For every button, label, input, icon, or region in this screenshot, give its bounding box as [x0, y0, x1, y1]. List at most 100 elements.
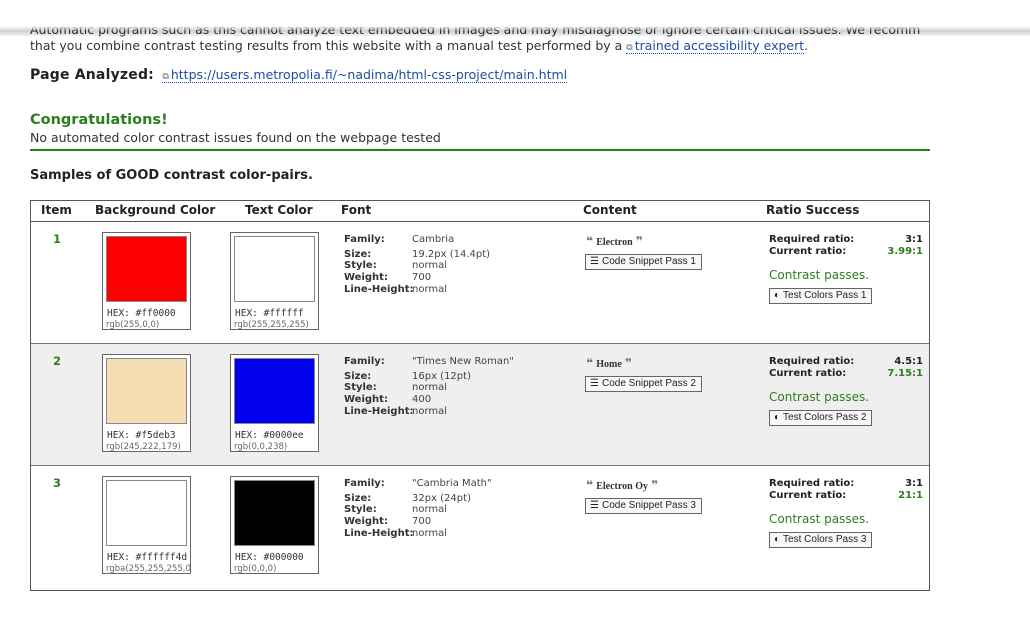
font-family-label: Family:: [344, 478, 385, 489]
font-style-label: Style:: [344, 382, 377, 393]
font-family-label: Family:: [344, 356, 385, 367]
test-colors-button[interactable]: ◐ Test Colors Pass 1: [769, 288, 873, 304]
content-text: Electron Oy: [596, 481, 648, 492]
font-style-label: Style:: [344, 260, 377, 271]
text-color-sample: HEX: #0000ee rgb(0,0,238): [230, 354, 319, 452]
code-snippet-icon: ☰: [590, 500, 599, 511]
background-swatch: [106, 236, 187, 302]
text-color-sample: HEX: #ffffff rgb(255,255,255): [230, 232, 319, 330]
font-family-value: Cambria: [412, 234, 455, 245]
item-number: 3: [53, 476, 62, 490]
content-text: Electron: [596, 237, 633, 248]
table-header: Item Background Color Text Color Font Co…: [31, 201, 929, 222]
font-weight-label: Weight:: [344, 272, 388, 283]
test-colors-button-label: Test Colors Pass 2: [783, 412, 867, 423]
content-text: Home: [596, 359, 622, 370]
congratulations-subtitle: No automated color contrast issues found…: [30, 130, 441, 145]
code-snippet-button-label: Code Snippet Pass 2: [601, 378, 696, 389]
required-ratio-label: Required ratio:: [769, 478, 855, 489]
intro-line-2-suffix: .: [804, 38, 809, 53]
background-color-sample: HEX: #ff0000 rgb(255,0,0): [102, 232, 191, 330]
text-rgb: rgb(255,255,255): [234, 320, 309, 330]
code-snippet-button[interactable]: ☰ Code Snippet Pass 2: [585, 376, 702, 392]
content-sample: ❝ Electron Oy ❞: [586, 478, 658, 492]
trained-expert-link[interactable]: ⧉ trained accessibility expert: [626, 38, 805, 54]
line-height-label: Line-Height:: [344, 284, 414, 295]
contrast-icon: ◐: [774, 290, 781, 301]
item-number: 1: [53, 232, 62, 246]
text-rgb: rgb(0,0,0): [234, 564, 277, 574]
line-height-label: Line-Height:: [344, 406, 414, 417]
test-colors-button[interactable]: ◐ Test Colors Pass 3: [769, 532, 873, 548]
font-weight-label: Weight:: [344, 516, 388, 527]
page-analyzed: Page Analyzed: ⧉ https://users.metropolia…: [30, 67, 568, 83]
contrast-icon: ◐: [774, 412, 781, 423]
table-row: 1 HEX: #ff0000 rgb(255,0,0) HEX: #ffffff…: [31, 222, 929, 344]
background-hex: HEX: #ffffff4d: [107, 552, 188, 563]
table-row: 2 HEX: #f5deb3 rgb(245,222,179) HEX: #00…: [31, 344, 929, 466]
external-link-icon: ⧉: [626, 43, 633, 53]
background-rgb: rgba(255,255,255,0.3: [106, 564, 190, 574]
content-sample: ❝ Home ❞: [586, 356, 632, 370]
header-item: Item: [41, 203, 72, 217]
font-family-value: "Cambria Math": [412, 478, 492, 489]
test-colors-button-label: Test Colors Pass 1: [783, 290, 867, 301]
line-height-value: normal: [412, 528, 448, 539]
header-content: Content: [583, 203, 637, 217]
font-weight-value: 700: [412, 516, 432, 527]
quote-close-icon: ❞: [624, 356, 633, 370]
font-weight-value: 700: [412, 272, 432, 283]
background-rgb: rgb(245,222,179): [106, 442, 181, 452]
font-style-value: normal: [412, 504, 448, 515]
contrast-icon: ◐: [774, 534, 781, 545]
current-ratio-label: Current ratio:: [769, 490, 847, 501]
font-weight-label: Weight:: [344, 394, 388, 405]
intro-line-2-prefix: that you combine contrast testing result…: [30, 38, 627, 53]
background-swatch: [106, 358, 187, 424]
header-font: Font: [341, 203, 372, 217]
current-ratio-value: 7.15:1: [887, 368, 923, 379]
quote-open-icon: ❝: [586, 478, 594, 492]
current-ratio-value: 3.99:1: [887, 246, 923, 257]
font-style-value: normal: [412, 382, 448, 393]
quote-close-icon: ❞: [651, 478, 659, 492]
required-ratio-value: 4.5:1: [894, 356, 923, 367]
current-ratio-label: Current ratio:: [769, 368, 847, 379]
text-hex: HEX: #0000ee: [235, 430, 304, 441]
code-snippet-button-label: Code Snippet Pass 3: [601, 500, 696, 511]
background-color-sample: HEX: #f5deb3 rgb(245,222,179): [102, 354, 191, 452]
samples-title: Samples of GOOD contrast color-pairs.: [30, 168, 313, 183]
font-style-value: normal: [412, 260, 448, 271]
test-colors-button[interactable]: ◐ Test Colors Pass 2: [769, 410, 873, 426]
background-hex: HEX: #f5deb3: [107, 430, 176, 441]
text-swatch: [234, 236, 315, 302]
quote-close-icon: ❞: [635, 234, 643, 248]
intro-line-1: Automatic programs such as this cannot a…: [30, 22, 920, 37]
line-height-label: Line-Height:: [344, 528, 414, 539]
quote-open-icon: ❝: [586, 356, 594, 370]
text-rgb: rgb(0,0,238): [234, 442, 288, 452]
header-background-color: Background Color: [95, 203, 216, 217]
required-ratio-label: Required ratio:: [769, 356, 855, 367]
code-snippet-icon: ☰: [590, 378, 599, 389]
contrast-passes-text: Contrast passes.: [769, 390, 870, 404]
font-weight-value: 400: [412, 394, 432, 405]
item-number: 2: [53, 354, 62, 368]
font-style-label: Style:: [344, 504, 377, 515]
required-ratio-label: Required ratio:: [769, 234, 855, 245]
code-snippet-button[interactable]: ☰ Code Snippet Pass 1: [585, 254, 702, 270]
external-link-icon: ⧉: [162, 72, 169, 82]
code-snippet-icon: ☰: [590, 256, 599, 267]
code-snippet-button[interactable]: ☰ Code Snippet Pass 3: [585, 498, 702, 514]
intro-paragraph: Automatic programs such as this cannot a…: [30, 22, 920, 56]
required-ratio-value: 3:1: [905, 234, 923, 245]
trained-expert-link-text: trained accessibility expert: [634, 38, 805, 53]
text-color-sample: HEX: #000000 rgb(0,0,0): [230, 476, 319, 574]
analyzed-url-link[interactable]: ⧉ https://users.metropolia.fi/~nadima/htm…: [162, 67, 568, 83]
table-row: 3 HEX: #ffffff4d rgba(255,255,255,0.3 HE…: [31, 466, 929, 590]
required-ratio-value: 3:1: [905, 478, 923, 489]
contrast-passes-text: Contrast passes.: [769, 512, 870, 526]
text-hex: HEX: #ffffff: [235, 308, 304, 319]
contrast-passes-text: Contrast passes.: [769, 268, 870, 282]
code-snippet-button-label: Code Snippet Pass 1: [601, 256, 696, 267]
